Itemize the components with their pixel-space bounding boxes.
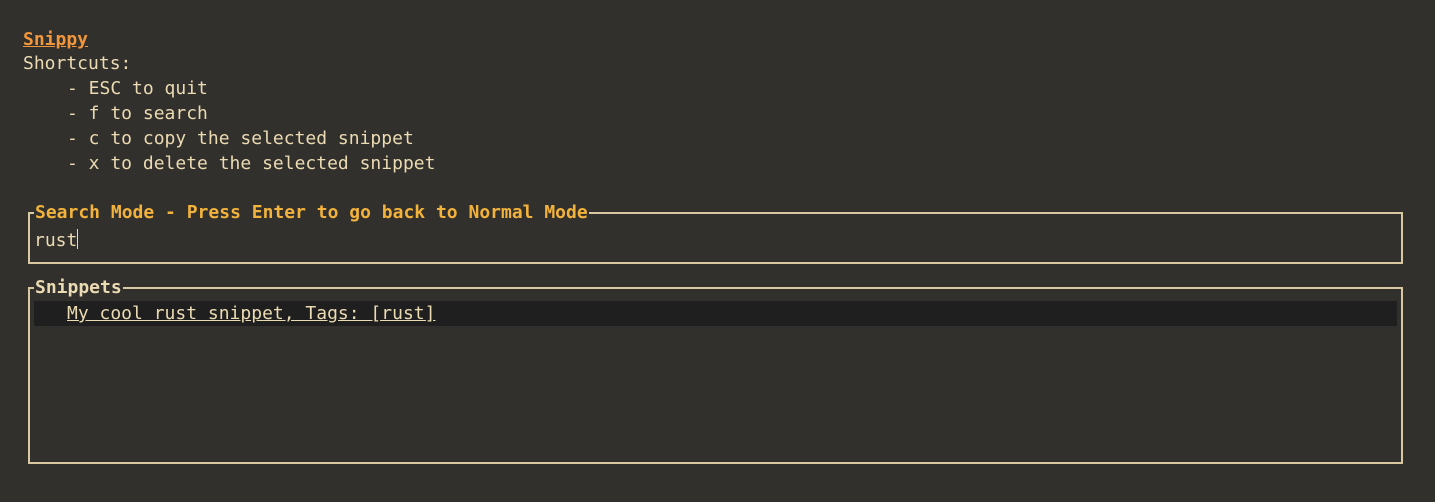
terminal-window: Snippy Shortcuts: - ESC to quit - f to s… <box>0 0 1435 502</box>
app-title: Snippy <box>23 29 89 50</box>
shortcut-delete: - x to delete the selected snippet <box>67 153 436 174</box>
snippets-panel: Snippets My cool rust snippet, Tags: [ru… <box>28 275 1403 464</box>
snippets-panel-title: Snippets <box>34 275 123 300</box>
shortcut-search: - f to search <box>67 103 208 124</box>
shortcuts-heading: Shortcuts: <box>23 53 132 74</box>
shortcut-copy: - c to copy the selected snippet <box>67 128 414 149</box>
search-input-value: rust <box>34 230 78 251</box>
search-panel: Search Mode - Press Enter to go back to … <box>28 200 1403 264</box>
search-input[interactable]: rust <box>34 228 79 253</box>
text-cursor <box>77 229 79 249</box>
shortcut-quit: - ESC to quit <box>67 78 208 99</box>
list-item[interactable]: My cool rust snippet, Tags: [rust] <box>34 301 1397 326</box>
search-panel-title: Search Mode - Press Enter to go back to … <box>34 200 589 225</box>
snippet-label: My cool rust snippet, Tags: [rust] <box>67 303 436 324</box>
